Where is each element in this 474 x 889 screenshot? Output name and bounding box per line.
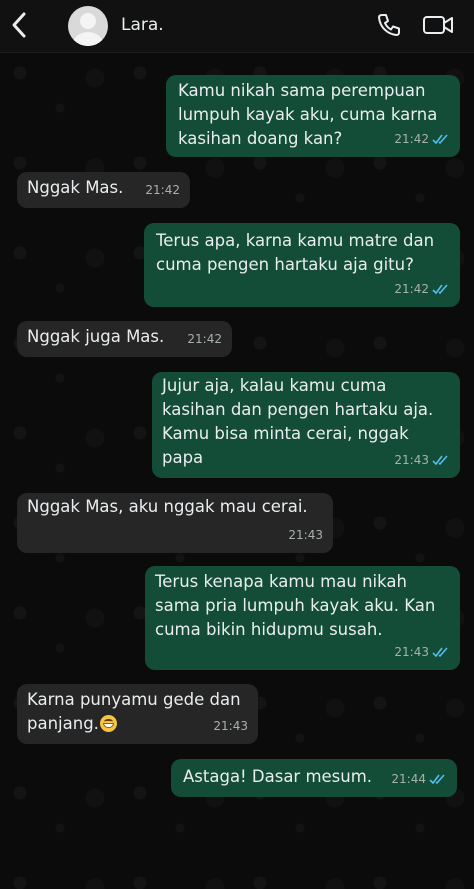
outgoing-message[interactable]: Terus kenapa kamu mau nikah sama pria lu… bbox=[145, 566, 460, 670]
message-time: 21:42 bbox=[394, 282, 429, 296]
message-meta: 21:42 bbox=[394, 127, 450, 151]
message-text-body: Karna punyamu gede dan panjang. bbox=[27, 690, 241, 733]
incoming-message[interactable]: Nggak Mas, aku nggak mau cerai. 21:43 bbox=[17, 493, 333, 553]
chat-header: Lara. bbox=[0, 0, 474, 53]
message-meta: 21:42 bbox=[187, 327, 222, 351]
message-time: 21:42 bbox=[187, 332, 222, 346]
outgoing-message[interactable]: Astaga! Dasar mesum. 21:44 bbox=[171, 759, 457, 797]
read-double-check-icon bbox=[432, 646, 450, 658]
message-meta: 21:42 bbox=[145, 178, 180, 202]
message-text: Terus kenapa kamu mau nikah sama pria lu… bbox=[155, 572, 436, 639]
contact-name[interactable]: Lara. bbox=[121, 15, 164, 35]
message-time: 21:44 bbox=[391, 772, 426, 786]
message-time: 21:42 bbox=[394, 132, 429, 146]
message-meta: 21:44 bbox=[391, 767, 447, 791]
message-time: 21:43 bbox=[394, 645, 429, 659]
read-double-check-icon bbox=[429, 773, 447, 785]
read-double-check-icon bbox=[432, 133, 450, 145]
phone-icon[interactable] bbox=[376, 12, 402, 38]
message-meta: 21:43 bbox=[288, 523, 323, 547]
incoming-message[interactable]: Nggak Mas. 21:42 bbox=[17, 172, 190, 208]
chevron-left-icon[interactable] bbox=[10, 11, 30, 39]
incoming-message[interactable]: Karna punyamu gede dan panjang. 21:43 bbox=[17, 684, 258, 744]
incoming-message[interactable]: Nggak juga Mas. 21:42 bbox=[17, 321, 232, 357]
message-meta: 21:43 bbox=[213, 714, 248, 738]
message-time: 21:43 bbox=[213, 719, 248, 733]
read-double-check-icon bbox=[432, 283, 450, 295]
outgoing-message[interactable]: Terus apa, karna kamu matre dan cuma pen… bbox=[144, 223, 460, 307]
message-time: 21:42 bbox=[145, 183, 180, 197]
message-meta: 21:43 bbox=[394, 640, 450, 664]
outgoing-message[interactable]: Jujur aja, kalau kamu cuma kasihan dan p… bbox=[152, 372, 460, 478]
message-meta: 21:42 bbox=[394, 277, 450, 301]
message-text: Terus apa, karna kamu matre dan cuma pen… bbox=[156, 231, 435, 274]
message-text: Nggak Mas, aku nggak mau cerai. bbox=[27, 497, 308, 516]
message-time: 21:43 bbox=[394, 453, 429, 467]
read-double-check-icon bbox=[432, 454, 450, 466]
message-time: 21:43 bbox=[288, 528, 323, 542]
grinning-face-emoji bbox=[99, 715, 117, 732]
avatar[interactable] bbox=[68, 6, 108, 46]
outgoing-message[interactable]: Kamu nikah sama perempuan lumpuh kayak a… bbox=[166, 75, 460, 157]
message-meta: 21:43 bbox=[394, 448, 450, 472]
video-icon[interactable] bbox=[422, 12, 454, 38]
